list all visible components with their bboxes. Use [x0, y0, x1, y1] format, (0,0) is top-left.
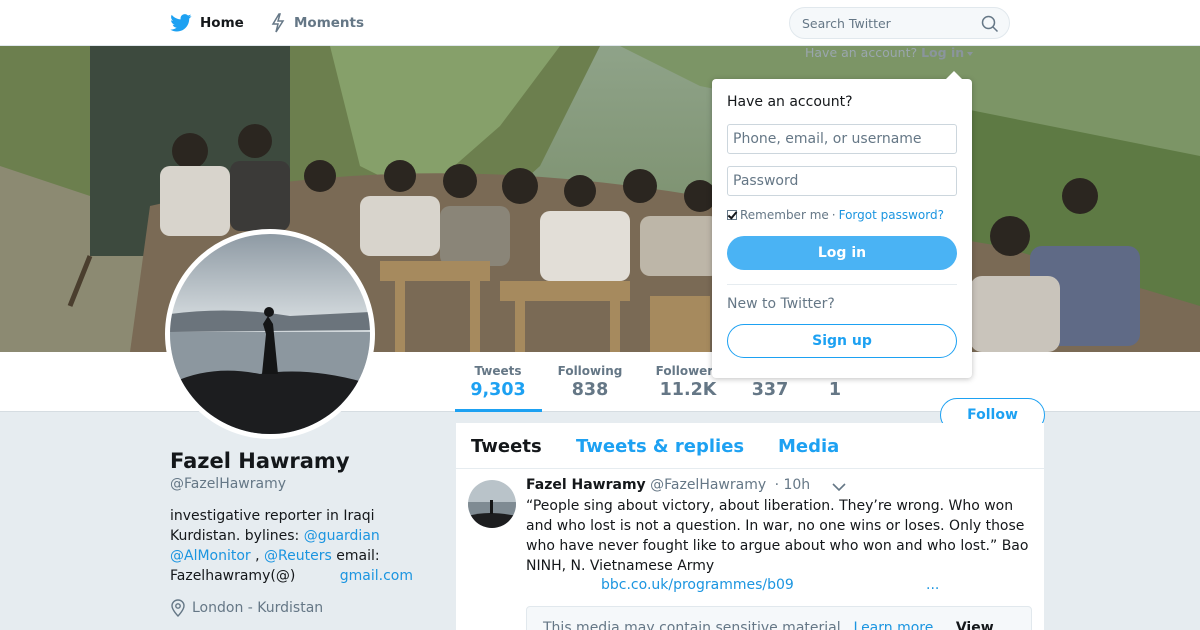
remember-label[interactable]: Remember me: [740, 208, 829, 222]
separator-dot: ·: [831, 208, 836, 222]
remember-row: Remember me · Forgot password?: [727, 208, 944, 222]
profile-name: Fazel Hawramy: [170, 449, 350, 473]
tweet-author-handle[interactable]: @FazelHawramy: [650, 477, 766, 493]
username-field[interactable]: [727, 124, 957, 154]
stat-value: 11.2K: [659, 380, 717, 400]
twitter-bird-icon: [170, 14, 192, 32]
bio-link-email[interactable]: gmail.com: [340, 568, 413, 584]
bio-link-almonitor[interactable]: @AlMonitor: [170, 548, 251, 564]
tab-tweets-replies[interactable]: Tweets & replies: [576, 436, 744, 457]
nav-moments-label: Moments: [294, 15, 365, 31]
bio-link-reuters[interactable]: @Reuters: [264, 548, 332, 564]
tweet-header: Fazel Hawramy @FazelHawramy · 10h: [526, 477, 810, 493]
profile-avatar[interactable]: [165, 229, 375, 439]
stat-tweets[interactable]: Tweets 9,303: [470, 364, 526, 400]
stat-value: 337: [751, 380, 789, 400]
nav-moments[interactable]: Moments: [270, 12, 364, 34]
password-field[interactable]: [727, 166, 957, 196]
profile-handle[interactable]: @FazelHawramy: [170, 476, 286, 492]
tab-tweets[interactable]: Tweets: [471, 436, 542, 457]
view-media-button[interactable]: View: [956, 620, 994, 630]
dropdown-arrow: [946, 71, 962, 79]
stat-value: 9,303: [470, 380, 526, 400]
stat-value: 1: [828, 380, 842, 400]
profile-location: London - Kurdistan: [170, 599, 323, 617]
search-box: [789, 7, 1010, 39]
location-text: London - Kurdistan: [192, 600, 324, 616]
login-hint-prefix: Have an account?: [805, 45, 918, 60]
login-hint: Have an account? Log in: [805, 45, 974, 60]
tweet-text: “People sing about victory, about libera…: [526, 498, 1029, 574]
stat-label: Following: [557, 364, 623, 378]
new-to-twitter-text: New to Twitter?: [727, 296, 835, 312]
location-pin-icon: [171, 599, 185, 617]
tweet-time[interactable]: · 10h: [775, 477, 811, 493]
profile-bio: investigative reporter in Iraqi Kurdista…: [170, 506, 430, 586]
dropdown-title: Have an account?: [727, 94, 853, 110]
timeline: Tweets Tweets & replies Media Fazel Hawr…: [456, 423, 1044, 630]
nav-home[interactable]: Home: [170, 12, 244, 34]
tweet-avatar[interactable]: [468, 480, 516, 528]
login-hint-link[interactable]: Log in: [921, 45, 964, 60]
media-warning-text: This media may contain sensitive materia…: [543, 620, 846, 630]
search-icon[interactable]: [981, 15, 999, 33]
tweet-link-ellipsis[interactable]: ...: [926, 577, 939, 593]
bio-link-guardian[interactable]: @guardian: [304, 528, 380, 544]
bio-text: ,: [250, 548, 265, 564]
tab-media[interactable]: Media: [778, 436, 839, 457]
avatar-image: [170, 234, 370, 434]
stat-value: 838: [571, 380, 609, 400]
sensitive-media-warning: This media may contain sensitive materia…: [526, 606, 1032, 630]
tweet-avatar-image: [468, 480, 516, 528]
timeline-tabs: Tweets Tweets & replies Media: [456, 423, 1044, 469]
login-dropdown: Have an account? Remember me · Forgot pa…: [712, 71, 972, 378]
signup-button[interactable]: Sign up: [727, 324, 957, 358]
dropdown-divider: [727, 284, 957, 285]
forgot-password-link[interactable]: Forgot password?: [839, 208, 944, 222]
remember-checkbox[interactable]: [727, 210, 737, 220]
caret-down-icon: [967, 51, 974, 56]
chevron-down-icon[interactable]: [832, 482, 846, 492]
nav-home-label: Home: [200, 15, 244, 31]
tweet-author-name[interactable]: Fazel Hawramy: [526, 477, 646, 493]
stat-following[interactable]: Following 838: [556, 364, 624, 400]
login-button[interactable]: Log in: [727, 236, 957, 270]
search-input[interactable]: [802, 15, 972, 31]
tweet-link[interactable]: bbc.co.uk/programmes/b09: [601, 577, 794, 593]
top-nav-bar: Home Moments: [0, 0, 1200, 46]
lightning-icon: [271, 13, 285, 33]
stat-label: Tweets: [474, 364, 522, 378]
active-stat-underline: [455, 409, 542, 412]
learn-more-link[interactable]: Learn more: [854, 620, 934, 630]
